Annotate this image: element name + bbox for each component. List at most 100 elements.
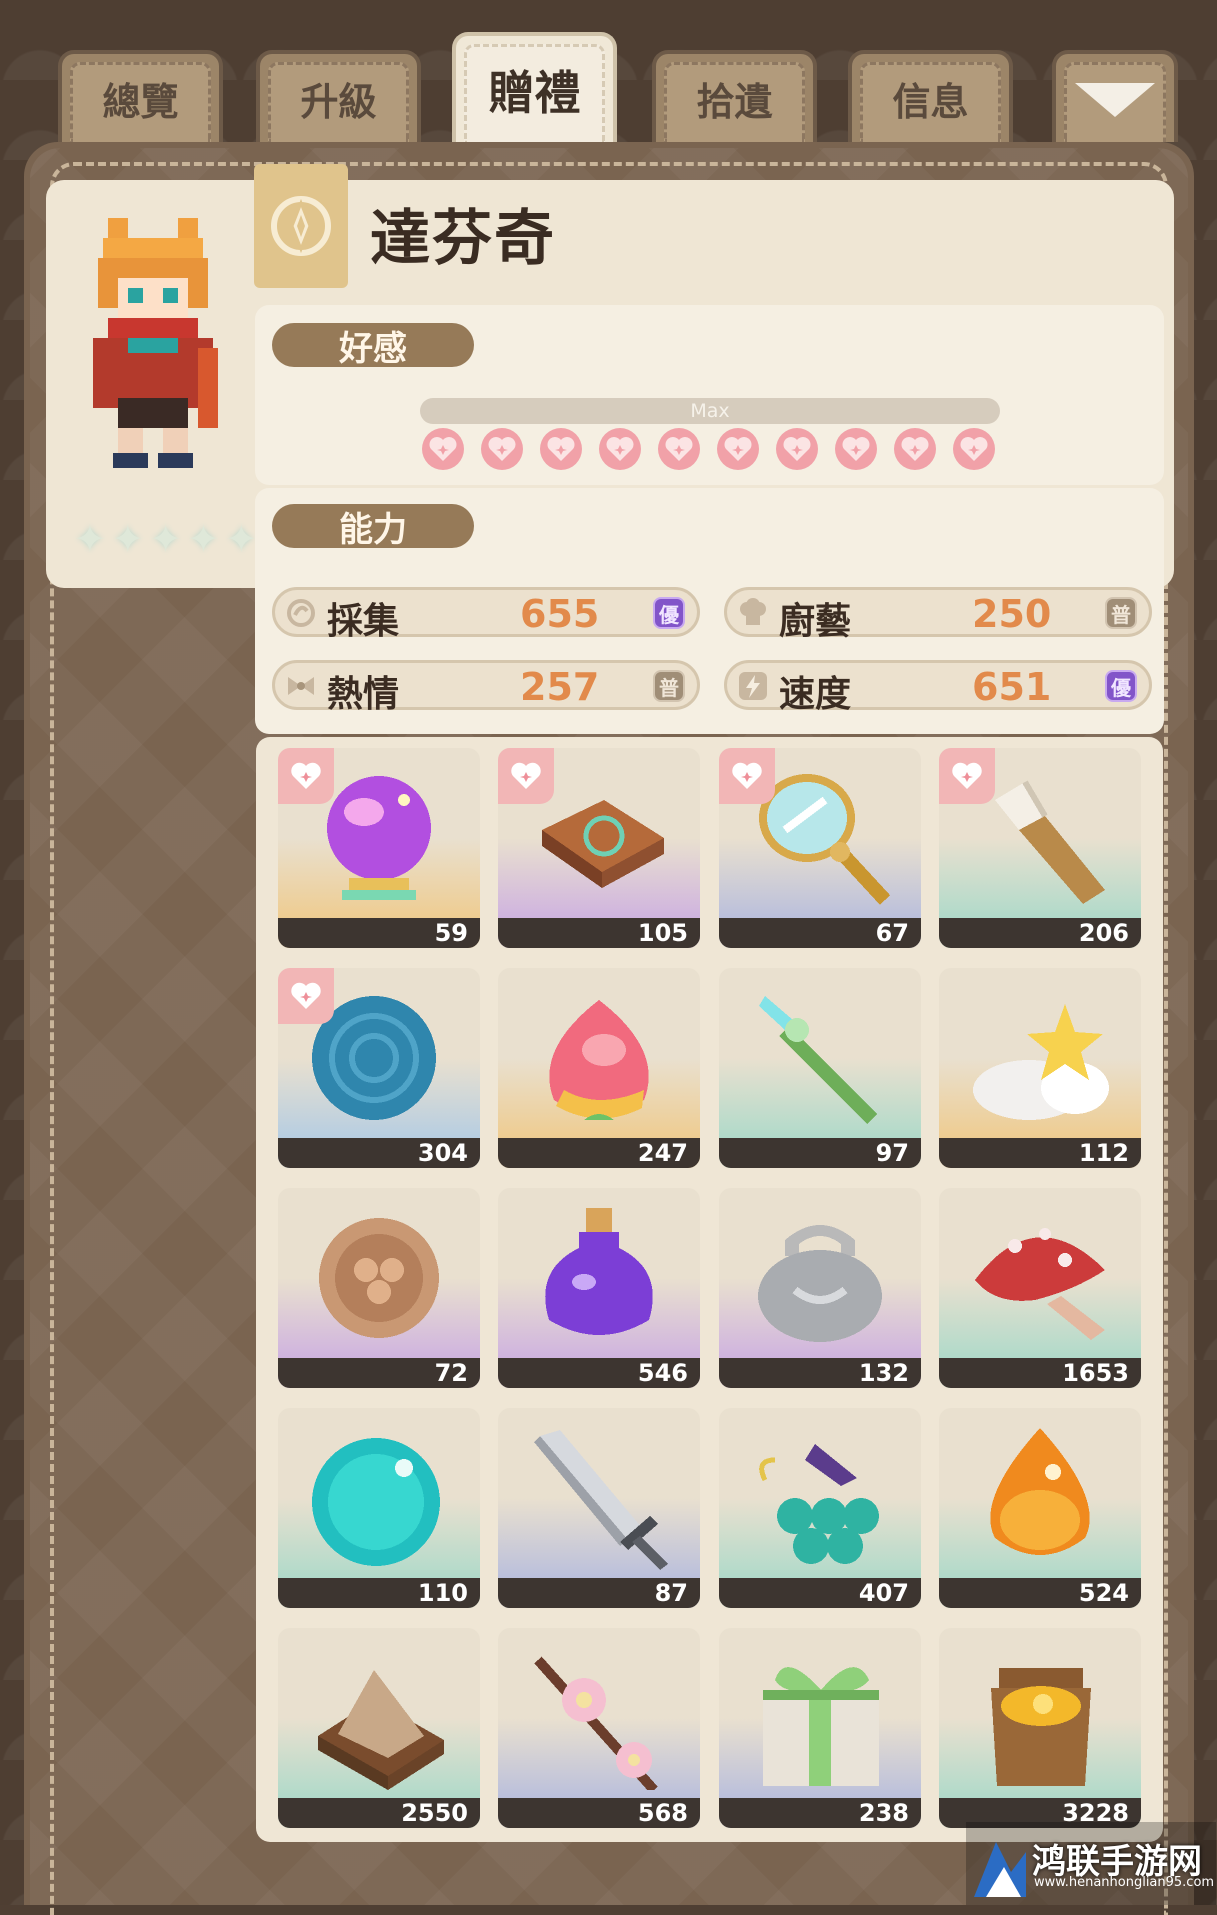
favorite-heart-icon: [278, 968, 334, 1024]
watermark-url: www.henanhonglian95.com: [1034, 1875, 1215, 1890]
gift-item-paint-brush[interactable]: 206: [939, 748, 1141, 948]
gift-count: 304: [278, 1138, 480, 1168]
gift-item-ancient-book[interactable]: 105: [498, 748, 700, 948]
gift-count: 568: [498, 1798, 700, 1828]
heart-icon: [717, 428, 759, 470]
favorite-heart-icon: [719, 748, 775, 804]
stat-passion[interactable]: 熱情 257 普: [272, 660, 700, 715]
gift-box-icon: [763, 1667, 879, 1786]
gift-count: 247: [498, 1138, 700, 1168]
gift-count: 407: [719, 1578, 921, 1608]
gather-icon: [287, 599, 315, 627]
chef-hat-icon: [740, 598, 766, 625]
gift-item-jade-staff[interactable]: 97: [719, 968, 921, 1168]
teal-gem-icon: [312, 1438, 440, 1566]
gift-count: 110: [278, 1578, 480, 1608]
gift-item-wooden-coin[interactable]: 72: [278, 1188, 480, 1388]
gift-item-peach[interactable]: 247: [498, 968, 700, 1168]
honey-jar-icon: [991, 1668, 1091, 1786]
gift-item-teal-gem[interactable]: 110: [278, 1408, 480, 1608]
dropdown-button[interactable]: [1052, 50, 1178, 142]
gift-count: 112: [939, 1138, 1141, 1168]
star-icon: ✦: [111, 517, 144, 561]
gift-item-silver-lock[interactable]: 132: [719, 1188, 921, 1388]
gift-item-purple-potion[interactable]: 546: [498, 1188, 700, 1388]
heart-icon: [835, 428, 877, 470]
purple-potion-icon: [545, 1208, 653, 1335]
gift-item-yarn-ball[interactable]: 304: [278, 968, 480, 1168]
peach-icon: [549, 1000, 649, 1120]
heart-icon: [953, 428, 995, 470]
star-icon: ✦: [225, 517, 258, 561]
gift-count: 97: [719, 1138, 921, 1168]
diamond-star-emblem-icon: [254, 164, 348, 288]
stat-name: 廚藝: [779, 601, 852, 642]
tab-overview[interactable]: 總覽: [58, 50, 223, 142]
star-rating: ✦ ✦ ✦ ✦ ✦: [74, 520, 257, 558]
lightning-icon: [739, 672, 767, 700]
grade-badge: 優: [1105, 670, 1137, 702]
bow-icon: [288, 677, 314, 695]
gift-item-sand-box[interactable]: 2550: [278, 1628, 480, 1828]
amber-drop-icon: [990, 1428, 1090, 1555]
stat-name: 熱情: [327, 674, 400, 715]
stat-cooking[interactable]: 廚藝 250 普: [724, 587, 1152, 642]
heart-icon: [776, 428, 818, 470]
stat-value: 250: [972, 592, 1052, 636]
gift-item-hand-mirror[interactable]: 67: [719, 748, 921, 948]
stat-speed[interactable]: 速度 651 優: [724, 660, 1152, 715]
tab-upgrade[interactable]: 升級: [256, 50, 421, 142]
star-icon: ✦: [74, 517, 106, 561]
grade-badge: 普: [653, 670, 685, 702]
gift-item-crystal-ball[interactable]: 59: [278, 748, 480, 948]
heart-icon: [894, 428, 936, 470]
gift-item-gift-box[interactable]: 238: [719, 1628, 921, 1828]
ability-label: 能力: [272, 504, 474, 550]
gift-item-star-cloud[interactable]: 112: [939, 968, 1141, 1168]
gift-item-red-mushroom[interactable]: 1653: [939, 1188, 1141, 1388]
gift-count: 67: [719, 918, 921, 948]
star-cloud-icon: [973, 1004, 1109, 1120]
character-name: 達芬奇: [370, 204, 556, 274]
gift-count: 132: [719, 1358, 921, 1388]
stat-gather[interactable]: 採集 655 優: [272, 587, 700, 642]
gift-item-amber-drop[interactable]: 524: [939, 1408, 1141, 1608]
heart-icon: [540, 428, 582, 470]
gift-item-honey-jar[interactable]: 3228: [939, 1628, 1141, 1828]
stat-name: 採集: [327, 601, 400, 642]
character-sprite: [93, 218, 218, 468]
favorite-heart-icon: [939, 748, 995, 804]
red-mushroom-icon: [975, 1228, 1105, 1340]
heart-icon: [599, 428, 641, 470]
tab-gleaning[interactable]: 拾遺: [652, 50, 817, 142]
favorite-heart-icon: [278, 748, 334, 804]
tab-info[interactable]: 信息: [848, 50, 1013, 142]
steel-sword-icon: [534, 1430, 668, 1570]
wooden-coin-icon: [319, 1218, 439, 1338]
gift-item-grapes[interactable]: 407: [719, 1408, 921, 1608]
stat-value: 651: [972, 665, 1052, 709]
gift-count: 2550: [278, 1798, 480, 1828]
gift-count: 206: [939, 918, 1141, 948]
stat-value: 655: [520, 592, 600, 636]
affinity-bar: Max: [420, 398, 1000, 424]
tab-gift[interactable]: 贈禮: [452, 32, 617, 144]
stat-name: 速度: [779, 674, 852, 715]
gift-count: 105: [498, 918, 700, 948]
affinity-bar-text: Max: [690, 400, 730, 422]
jade-staff-icon: [759, 996, 877, 1124]
star-icon: ✦: [149, 517, 182, 561]
grade-badge: 普: [1105, 597, 1137, 629]
favorite-heart-icon: [498, 748, 554, 804]
affinity-label: 好感: [272, 323, 474, 369]
gift-item-cherry-blossom[interactable]: 568: [498, 1628, 700, 1828]
gift-count: 72: [278, 1358, 480, 1388]
affinity-hearts: [422, 428, 995, 470]
sand-box-icon: [318, 1670, 444, 1790]
gift-item-steel-sword[interactable]: 87: [498, 1408, 700, 1608]
stat-value: 257: [520, 665, 600, 709]
gift-count: 59: [278, 918, 480, 948]
gift-count: 87: [498, 1578, 700, 1608]
silver-lock-icon: [758, 1225, 882, 1342]
star-icon: ✦: [187, 517, 220, 561]
